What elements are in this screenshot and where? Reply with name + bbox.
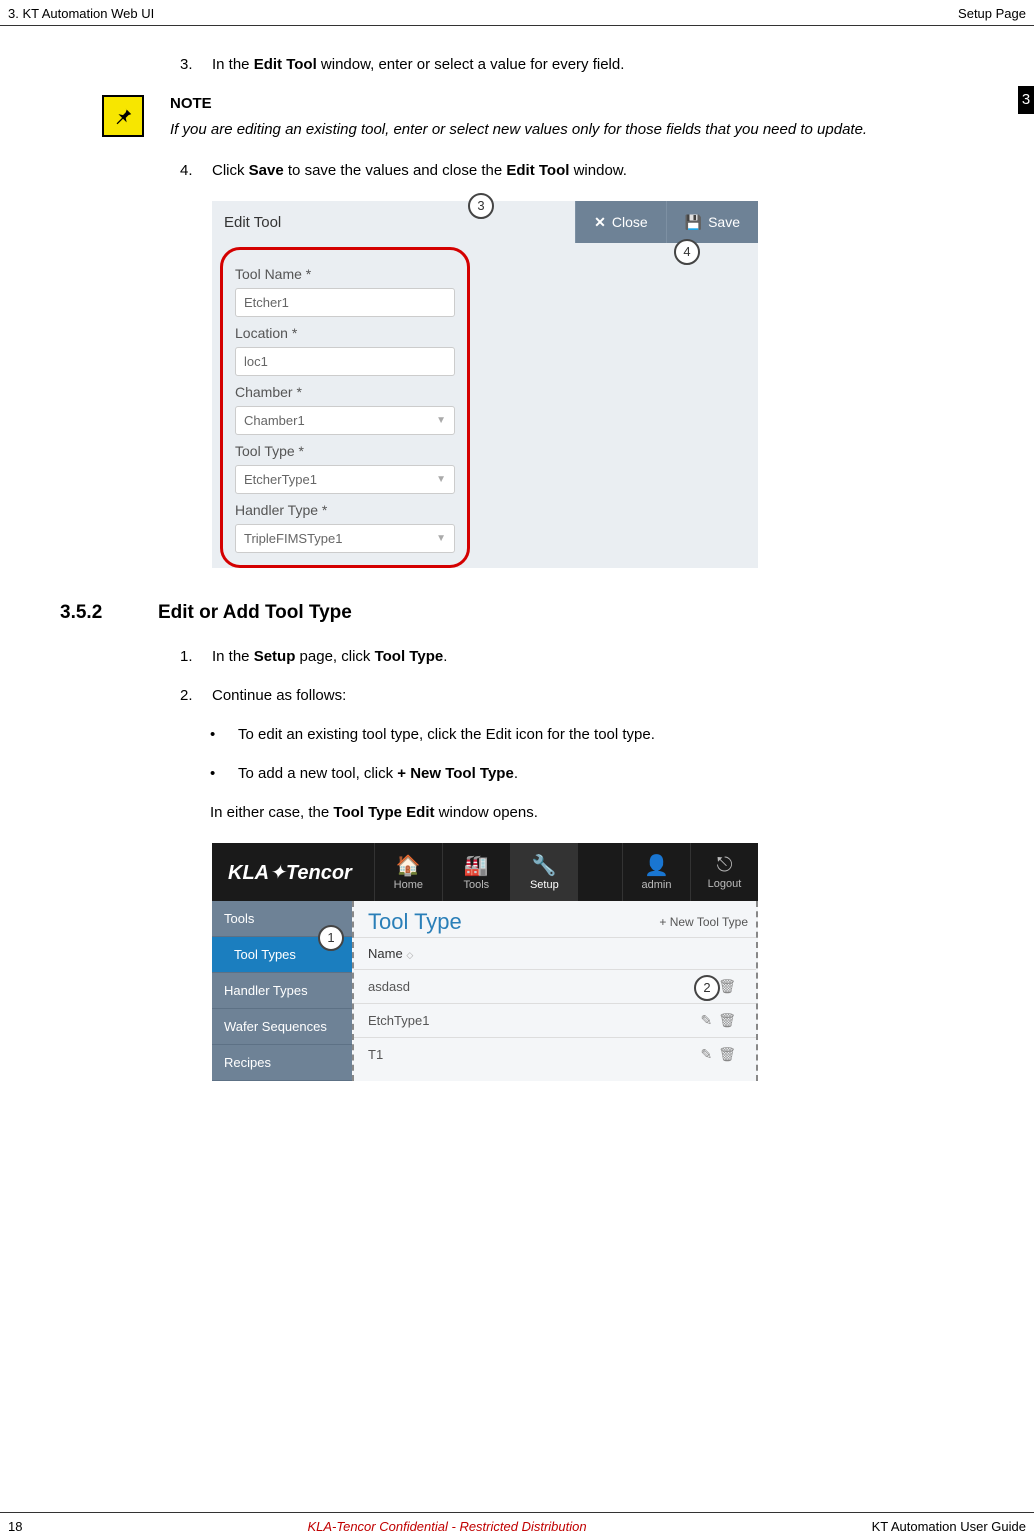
table-header: Name ◇	[354, 937, 756, 969]
step-num: 3.	[180, 56, 212, 73]
note-text: If you are editing an existing tool, ent…	[170, 120, 867, 140]
save-button[interactable]: 💾Save	[666, 201, 758, 243]
user-icon: 👤	[644, 853, 669, 878]
bullet-add: • To add a new tool, click + New Tool Ty…	[210, 765, 974, 782]
tool-name-label: Tool Name *	[235, 266, 455, 282]
tab-setup[interactable]: 🔧Setup	[510, 843, 578, 901]
table-row: EtchType1 ✎🗑	[354, 1003, 756, 1037]
callout-4: 4	[674, 239, 700, 265]
figure-tool-type: KLA✦Tencor 🏠Home 🏭Tools 🔧Setup 👤admin ⎋L…	[212, 843, 758, 1081]
close-icon: ✕	[594, 214, 606, 231]
new-tool-type-button[interactable]: + New Tool Type	[659, 915, 748, 929]
tools-icon: 🏭	[464, 853, 489, 878]
tool-type-select[interactable]: EtcherType1▼	[235, 465, 455, 494]
chamber-label: Chamber *	[235, 384, 455, 400]
home-icon: 🏠	[396, 853, 421, 878]
location-label: Location *	[235, 325, 455, 341]
pushpin-icon	[102, 95, 144, 137]
page-footer: 18 KLA-Tencor Confidential - Restricted …	[0, 1512, 1034, 1534]
logo: KLA✦Tencor	[212, 860, 374, 885]
header-right: Setup Page	[958, 6, 1026, 21]
table-row: T1 ✎🗑	[354, 1037, 756, 1071]
tab-tools[interactable]: 🏭Tools	[442, 843, 510, 901]
step-num: 4.	[180, 162, 212, 179]
handler-type-select[interactable]: TripleFIMSType1▼	[235, 524, 455, 553]
section-heading: 3.5.2 Edit or Add Tool Type	[60, 602, 974, 624]
logout-icon: ⎋	[717, 854, 733, 877]
chevron-down-icon: ▼	[436, 474, 446, 485]
sidebar-item-recipes[interactable]: Recipes	[212, 1045, 352, 1081]
step-4: 4. Click Save to save the values and clo…	[180, 162, 974, 179]
step-3: 3. In the Edit Tool window, enter or sel…	[180, 56, 974, 73]
delete-icon[interactable]: 🗑	[718, 978, 742, 994]
page-header: 3. KT Automation Web UI Setup Page	[0, 0, 1034, 26]
location-input[interactable]: loc1	[235, 347, 455, 376]
name-column[interactable]: Name ◇	[368, 946, 413, 961]
edit-icon[interactable]: ✎	[700, 1012, 718, 1028]
top-menubar: KLA✦Tencor 🏠Home 🏭Tools 🔧Setup 👤admin ⎋L…	[212, 843, 758, 901]
tab-home[interactable]: 🏠Home	[374, 843, 442, 901]
page-number: 18	[8, 1519, 22, 1534]
sort-icon: ◇	[406, 950, 413, 960]
step-text: In the Edit Tool window, enter or select…	[212, 56, 974, 73]
delete-icon[interactable]: 🗑	[718, 1012, 742, 1028]
step-text: Click Save to save the values and close …	[212, 162, 974, 179]
handler-type-label: Handler Type *	[235, 502, 455, 518]
chapter-tab: 3	[1018, 86, 1034, 114]
bullet-edit: • To edit an existing tool type, click t…	[210, 726, 974, 743]
footer-right: KT Automation User Guide	[872, 1519, 1026, 1534]
tab-logout[interactable]: ⎋Logout	[690, 843, 758, 901]
footer-center: KLA-Tencor Confidential - Restricted Dis…	[307, 1519, 586, 1534]
tool-type-label: Tool Type *	[235, 443, 455, 459]
delete-icon[interactable]: 🗑	[718, 1046, 742, 1062]
chamber-select[interactable]: Chamber1▼	[235, 406, 455, 435]
header-left: 3. KT Automation Web UI	[8, 6, 154, 21]
figure-edit-tool: Edit Tool ✕Close 💾Save Tool Name * Etche…	[212, 201, 758, 568]
result-line: In either case, the Tool Type Edit windo…	[210, 804, 974, 821]
wrench-icon: 🔧	[532, 853, 557, 878]
tab-admin[interactable]: 👤admin	[622, 843, 690, 901]
step-2: 2. Continue as follows:	[180, 687, 974, 704]
tool-name-input[interactable]: Etcher1	[235, 288, 455, 317]
section-number: 3.5.2	[60, 602, 158, 624]
chevron-down-icon: ▼	[436, 533, 446, 544]
dialog-title: Edit Tool	[212, 214, 281, 231]
chevron-down-icon: ▼	[436, 415, 446, 426]
note-block: NOTE If you are editing an existing tool…	[102, 95, 974, 140]
sidebar-item-handler-types[interactable]: Handler Types	[212, 973, 352, 1009]
step-1: 1. In the Setup page, click Tool Type.	[180, 648, 974, 665]
close-button[interactable]: ✕Close	[575, 201, 666, 243]
section-title: Edit or Add Tool Type	[158, 602, 352, 624]
save-icon: 💾	[685, 214, 702, 231]
form-fields: Tool Name * Etcher1 Location * loc1 Cham…	[220, 247, 470, 568]
edit-icon[interactable]: ✎	[700, 1046, 718, 1062]
note-title: NOTE	[170, 95, 867, 112]
sidebar-item-wafer-sequences[interactable]: Wafer Sequences	[212, 1009, 352, 1045]
